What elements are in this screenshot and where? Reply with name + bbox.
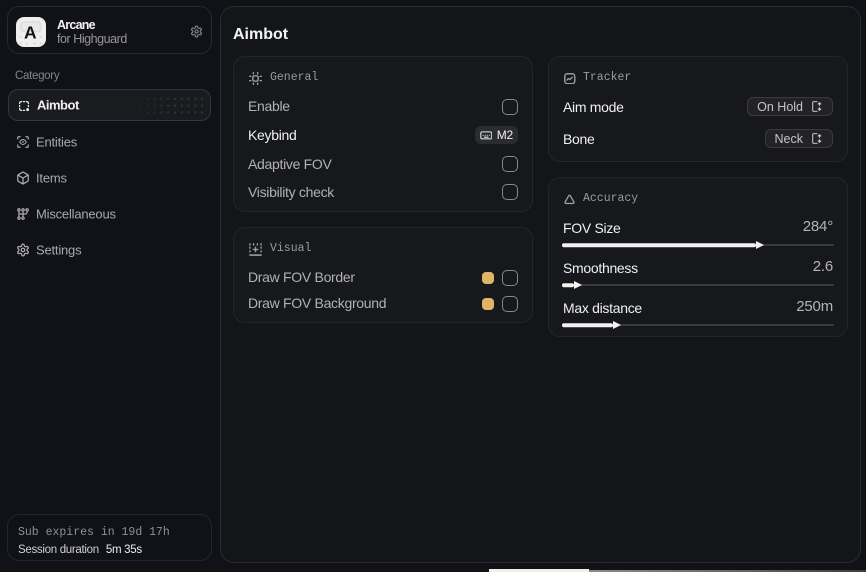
- svg-text:A: A: [24, 23, 37, 43]
